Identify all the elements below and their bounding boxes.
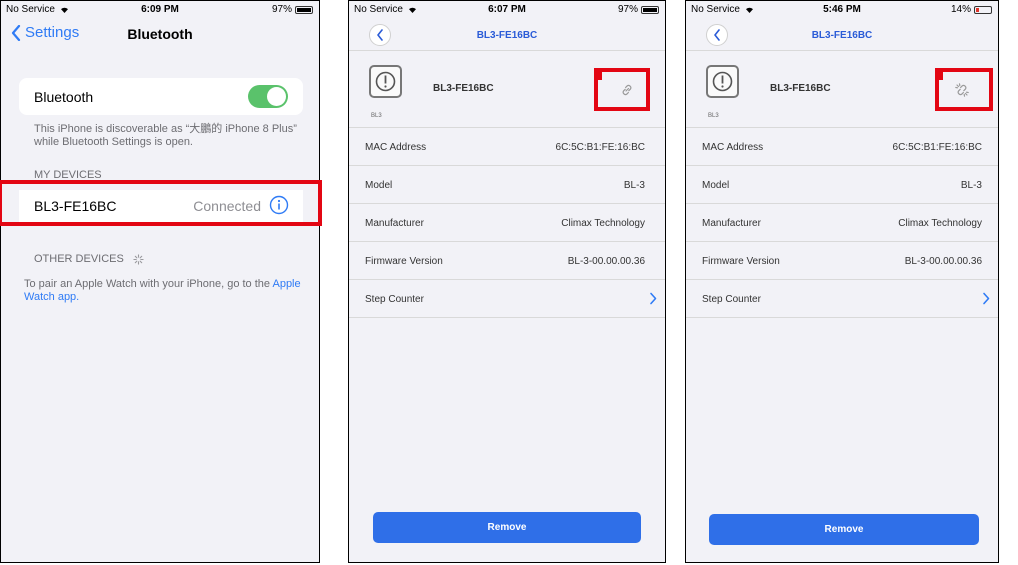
navigation-bar: BL3-FE16BC (349, 23, 665, 51)
page-title: Bluetooth (127, 26, 193, 42)
bluetooth-label: Bluetooth (34, 89, 94, 105)
manufacturer-row: Manufacturer Climax Technology (686, 204, 998, 242)
device-caption: BL3 (371, 113, 382, 119)
device-icon (706, 65, 739, 98)
step-counter-row[interactable]: Step Counter (349, 280, 665, 318)
device-caption: BL3 (708, 113, 719, 119)
navigation-bar: Settings Bluetooth (1, 23, 319, 49)
battery-percent: 14% (950, 4, 971, 15)
page-title: BL3-FE16BC (476, 30, 538, 41)
firmware-version-row: Firmware Version BL-3-00.00.00.36 (349, 242, 665, 280)
status-bar: No Service 5:46 PM 14% (686, 1, 998, 19)
chevron-right-icon (983, 292, 990, 305)
page-title: BL3-FE16BC (811, 30, 873, 41)
highlight-link-icon (594, 68, 650, 111)
navigation-bar: BL3-FE16BC (686, 23, 998, 51)
battery-percent: 97% (617, 4, 638, 15)
battery-percent: 97% (271, 4, 292, 15)
discoverable-note: This iPhone is discoverable as “大鵬的 iPho… (34, 123, 297, 148)
status-bar: No Service 6:09 PM 97% (1, 1, 319, 19)
bluetooth-toggle[interactable] (248, 85, 288, 108)
device-icon (369, 65, 402, 98)
battery-icon (641, 5, 659, 14)
mac-address-row: MAC Address 6C:5C:B1:FE:16:BC (686, 128, 998, 166)
remove-button[interactable]: Remove (373, 512, 641, 543)
battery-low-icon (974, 5, 992, 14)
device-name: BL3-FE16BC (770, 83, 831, 94)
highlight-broken-link-icon (935, 68, 993, 111)
chevron-right-icon (650, 292, 657, 305)
apple-watch-note: To pair an Apple Watch with your iPhone,… (24, 278, 301, 303)
other-devices-header: OTHER DEVICES (34, 253, 144, 265)
step-counter-row[interactable]: Step Counter (686, 280, 998, 318)
mac-address-row: MAC Address 6C:5C:B1:FE:16:BC (349, 128, 665, 166)
remove-button[interactable]: Remove (709, 514, 979, 545)
loading-spinner-icon (133, 253, 144, 265)
manufacturer-row: Manufacturer Climax Technology (349, 204, 665, 242)
status-bar: No Service 6:07 PM 97% (349, 1, 665, 19)
firmware-version-row: Firmware Version BL-3-00.00.00.36 (686, 242, 998, 280)
model-row: Model BL-3 (686, 166, 998, 204)
highlight-device-row (0, 180, 322, 226)
model-row: Model BL-3 (349, 166, 665, 204)
bluetooth-toggle-row: Bluetooth (19, 78, 303, 115)
battery-icon (295, 5, 313, 14)
bluetooth-settings-screen: No Service 6:09 PM 97% Settings Bluetoot… (0, 0, 320, 563)
device-name: BL3-FE16BC (433, 83, 494, 94)
